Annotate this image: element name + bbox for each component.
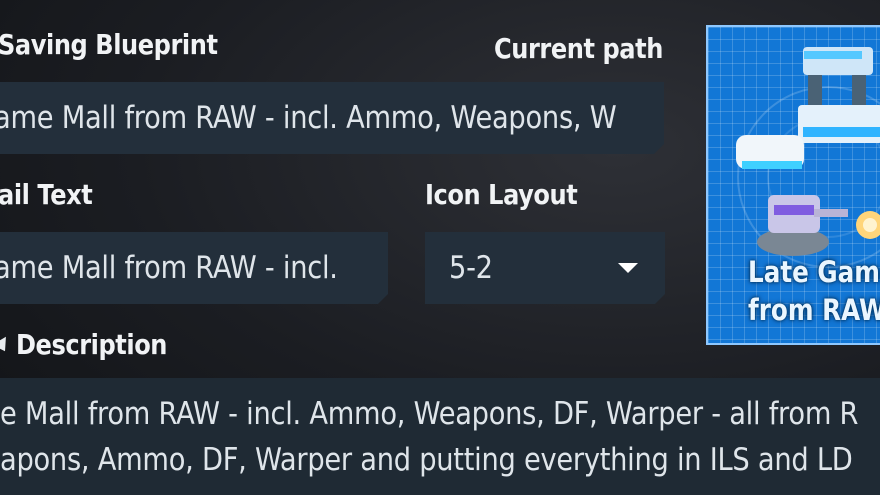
thumbnail-text-value: ame Mall from RAW - incl. [0,250,338,286]
blueprint-thumbnail[interactable]: Late Game from RAW [706,25,880,345]
thumbnail-line-2: from RAW [748,293,880,327]
description-line-1: e Mall from RAW - incl. Ammo, Weapons, D… [0,396,859,432]
caret-down-icon [618,263,638,273]
saving-blueprint-label: Saving Blueprint [0,28,218,61]
blueprint-name-field[interactable]: ame Mall from RAW - incl. Ammo, Weapons,… [0,82,664,154]
description-textarea[interactable]: e Mall from RAW - incl. Ammo, Weapons, D… [0,378,880,495]
description-line-2: apons, Ammo, DF, Warper and putting ever… [0,442,853,478]
thumbnail-text-label: ail Text [0,178,93,211]
thumbnail-text-field[interactable]: ame Mall from RAW - incl. [0,232,388,304]
caret-icon [0,336,12,356]
icon-layout-label: Icon Layout [425,178,578,211]
thumbnail-line-1: Late Game [748,255,880,289]
current-path-label[interactable]: Current path [494,32,663,65]
blueprint-name-value: ame Mall from RAW - incl. Ammo, Weapons,… [0,100,617,136]
description-toggle[interactable]: Description [0,328,180,368]
icon-layout-value: 5-2 [449,250,493,286]
icon-layout-dropdown[interactable]: 5-2 [425,232,665,304]
description-label: Description [16,328,168,361]
